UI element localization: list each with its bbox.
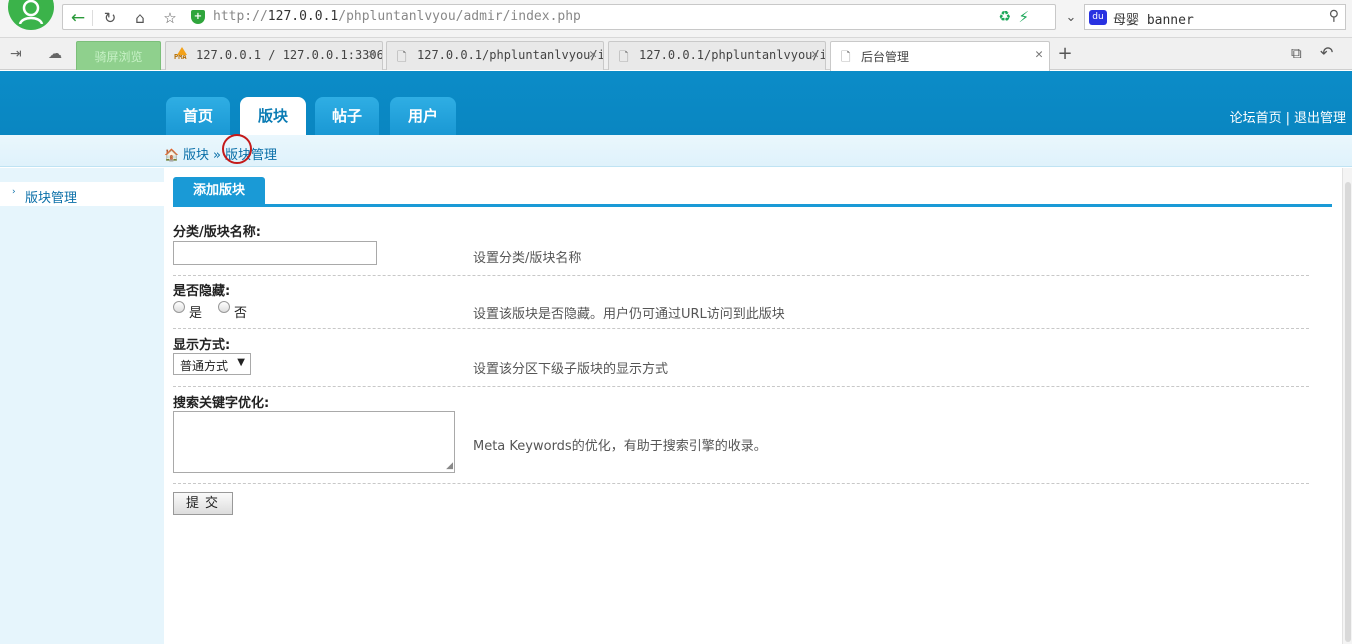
page-icon: 🗋 xyxy=(397,50,407,64)
search-icon[interactable]: ⚲ xyxy=(1329,8,1339,24)
sidebar-item-board-manage[interactable]: › 版块管理 xyxy=(0,182,164,206)
radio-hidden-yes[interactable] xyxy=(173,301,185,313)
hidden-hint: 设置该版块是否隐藏。用户仍可通过URL访问到此版块 xyxy=(473,307,785,322)
page-icon: 🗋 xyxy=(619,50,629,64)
select-value: 普通方式 xyxy=(180,359,229,373)
scrollbar[interactable] xyxy=(1342,168,1352,644)
resize-grip-icon[interactable]: ◢ xyxy=(446,461,453,471)
tab-posts[interactable]: 帖子 xyxy=(315,97,379,135)
submit-button[interactable]: 提交 xyxy=(173,492,233,515)
phpmyadmin-icon: PMA xyxy=(174,47,190,61)
tab-home[interactable]: 首页 xyxy=(166,97,230,135)
tab-phpmyadmin[interactable]: PMA 127.0.0.1 / 127.0.0.1:3306 / ✕ xyxy=(165,41,383,70)
radio-no-label: 否 xyxy=(234,306,248,321)
main-content: 添加版块 分类/版块名称: 设置分类/版块名称 是否隐藏: 是 否 设置该版块是… xyxy=(164,168,1342,644)
radio-yes-label: 是 xyxy=(189,306,203,321)
home-icon[interactable]: ⌂ xyxy=(127,8,153,28)
close-icon[interactable]: ✕ xyxy=(589,47,597,62)
divider xyxy=(173,275,1309,276)
admin-header: 首页 版块 帖子 用户 论坛首页 | 退出管理 xyxy=(0,71,1352,135)
display-hint: 设置该分区下级子版块的显示方式 xyxy=(473,362,669,377)
search-text: 母婴 banner xyxy=(1113,13,1194,28)
address-bar[interactable]: ← ↻ ⌂ ☆ + http://127.0.0.1/phpluntanlvyo… xyxy=(62,4,1056,30)
search-input[interactable]: du 母婴 banner ⚲ xyxy=(1084,4,1346,30)
name-label: 分类/版块名称: xyxy=(173,225,261,240)
tab-green[interactable]: 骑屏浏览 xyxy=(76,41,161,70)
baidu-paw-icon[interactable]: du xyxy=(1089,10,1107,25)
star-icon[interactable]: ☆ xyxy=(157,8,183,28)
tab-admin[interactable]: 🗋 后台管理 ✕ xyxy=(830,41,1050,71)
name-hint: 设置分类/版块名称 xyxy=(473,251,582,266)
chevron-down-icon[interactable]: ⌄ xyxy=(1058,4,1084,30)
close-icon[interactable]: ✕ xyxy=(368,47,376,62)
keywords-label: 搜索关键字优化: xyxy=(173,396,270,411)
divider xyxy=(173,386,1309,387)
page-icon: 🗋 xyxy=(841,50,851,64)
new-tab-icon[interactable]: + xyxy=(1054,43,1076,65)
scrollbar-thumb[interactable] xyxy=(1345,182,1351,642)
home-icon[interactable]: 🏠 xyxy=(164,148,179,162)
reload-icon[interactable]: ↻ xyxy=(97,8,123,28)
tab-page-1[interactable]: 🗋 127.0.0.1/phpluntanlvyou/ind ✕ xyxy=(386,41,604,70)
forum-home-link[interactable]: 论坛首页 xyxy=(1230,111,1282,126)
header-links: 论坛首页 | 退出管理 xyxy=(1230,107,1346,126)
tab-page-2[interactable]: 🗋 127.0.0.1/phpluntanlvyou/ind ✕ xyxy=(608,41,826,70)
breadcrumb-boards[interactable]: 版块 xyxy=(183,148,209,163)
display-mode-select[interactable]: 普通方式 ▼ xyxy=(173,353,251,375)
sidebar-toggle-icon[interactable]: ⇥ xyxy=(10,46,22,62)
hidden-label: 是否隐藏: xyxy=(173,284,231,299)
breadcrumb-separator: » xyxy=(212,148,221,163)
url-text[interactable]: http://127.0.0.1/phpluntanlvyou/admir/in… xyxy=(213,9,581,24)
chevron-right-icon: › xyxy=(12,187,16,197)
close-icon[interactable]: ✕ xyxy=(811,47,819,62)
logout-link[interactable]: 退出管理 xyxy=(1294,111,1346,126)
breadcrumb-bar: 🏠 版块» 版块管理 xyxy=(0,135,1352,167)
tab-boards[interactable]: 版块 xyxy=(240,97,306,135)
lightning-icon[interactable]: ⚡ xyxy=(1018,8,1029,26)
back-icon[interactable]: ← xyxy=(65,8,93,28)
link-separator: | xyxy=(1285,111,1290,126)
form-tab-add-board[interactable]: 添加版块 xyxy=(173,177,265,205)
breadcrumb: 🏠 版块» 版块管理 xyxy=(164,144,277,163)
keywords-textarea[interactable]: ◢ xyxy=(173,411,455,473)
board-name-input[interactable] xyxy=(173,241,377,265)
profile-avatar[interactable] xyxy=(6,0,54,34)
sidebar: › 版块管理 xyxy=(0,168,164,644)
cloud-icon[interactable]: ☁ xyxy=(48,46,62,62)
browser-tabstrip: ⇥ ☁ 骑屏浏览 PMA 127.0.0.1 / 127.0.0.1:3306 … xyxy=(0,38,1352,71)
display-label: 显示方式: xyxy=(173,338,231,353)
sidebar-item-label: 版块管理 xyxy=(25,191,78,206)
close-icon[interactable]: ✕ xyxy=(1035,47,1043,62)
user-icon xyxy=(18,0,44,24)
divider xyxy=(173,328,1309,329)
recycle-icon[interactable]: ♻ xyxy=(998,9,1011,25)
security-shield-icon[interactable]: + xyxy=(191,10,205,24)
restore-window-icon[interactable]: ⧉ xyxy=(1291,44,1302,62)
browser-toolbar: ← ↻ ⌂ ☆ + http://127.0.0.1/phpluntanlvyo… xyxy=(0,0,1352,38)
form-tab-underline xyxy=(173,204,1332,207)
caret-down-icon: ▼ xyxy=(237,357,245,368)
keywords-hint: Meta Keywords的优化，有助于搜索引擎的收录。 xyxy=(473,439,767,454)
tab-users[interactable]: 用户 xyxy=(390,97,456,135)
click-indicator xyxy=(222,134,252,164)
radio-hidden-no[interactable] xyxy=(218,301,230,313)
undo-close-icon[interactable]: ↶ xyxy=(1320,43,1333,62)
divider xyxy=(173,483,1309,484)
